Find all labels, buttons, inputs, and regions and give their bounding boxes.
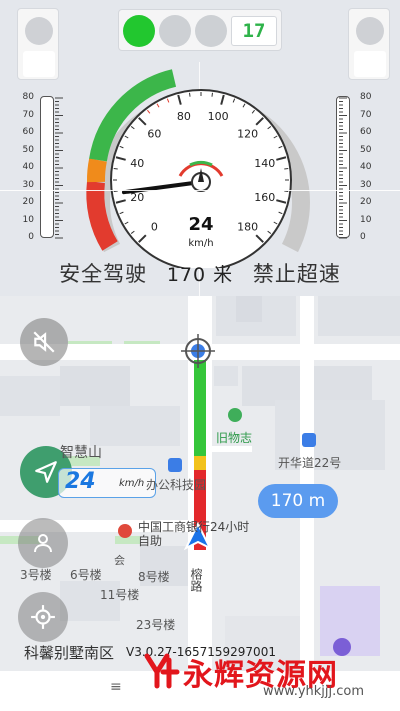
slogan-left: 安全驾驶 [59, 262, 148, 286]
slogan-right: 禁止超速 [252, 262, 341, 286]
left-scale-label: 50 [22, 144, 34, 155]
left-signal-lamp [25, 17, 53, 45]
crosshair-locate-icon [31, 605, 55, 629]
speedo-minor-tick [113, 190, 118, 192]
right-scale-label: 80 [360, 92, 372, 102]
traffic-light-panel: 17 [118, 9, 282, 51]
left-scale-label: 70 [22, 109, 34, 120]
hud-panel: 17 80 70 60 50 40 30 20 10 0 80 70 60 50 40 30 20 10 0 0… [0, 0, 400, 296]
speedo-minor-tick [284, 168, 289, 170]
speedometer: 020406080 100120140160180 24 km/h [86, 69, 310, 268]
speedo-tick-label: 120 [237, 127, 258, 140]
speed-badge: 24 km/h [58, 468, 156, 498]
right-signal-panel [354, 51, 386, 77]
left-scale-label: 60 [22, 127, 34, 137]
building-3: 3号楼 [20, 568, 52, 582]
slogan-distance: 170 米 [166, 264, 234, 286]
building-8: 8号楼 [138, 570, 170, 584]
speed-value: 24 [188, 214, 213, 235]
right-scale-label: 70 [360, 109, 372, 120]
safety-slogan: 安全驾驶 170 米 禁止超速 [0, 258, 400, 288]
building-23: 23号楼 [136, 618, 176, 632]
right-scale-label: 60 [360, 127, 372, 137]
poi-zhihuishan: 智慧山 [60, 445, 102, 461]
right-signal-lamp [356, 17, 384, 45]
user-icon [34, 534, 52, 553]
speaker-muted-icon [33, 331, 55, 353]
speedo-minor-tick [284, 190, 289, 192]
navigation-arrow-icon [35, 461, 57, 483]
distance-badge: 170 m [258, 484, 338, 518]
speedo-tick-label: 100 [208, 110, 229, 123]
brand-logo-icon [144, 653, 180, 689]
speed-badge-value: 24 [65, 469, 96, 494]
right-altitude-scale: 80 70 60 50 40 30 20 10 0 [330, 92, 390, 242]
left-signal-box [17, 8, 59, 80]
brand-watermark: 永辉资源网 www.yhkjjj.com [143, 646, 393, 706]
left-scale-label: 0 [28, 232, 34, 242]
center-guide-horizontal [0, 190, 400, 191]
road-label-hui: 会 [114, 554, 125, 567]
speedo-tick-label: 80 [177, 110, 191, 123]
left-scale-label: 40 [22, 162, 34, 172]
speedo-tick-label: 160 [254, 191, 275, 204]
speedo-tick-label: 60 [147, 127, 161, 140]
speedo-tick-label: 40 [130, 157, 144, 170]
traffic-light-yellow [159, 15, 191, 47]
speedo-tick-label: 140 [254, 157, 275, 170]
right-scale-label: 30 [360, 179, 372, 190]
building-icon [302, 433, 316, 447]
speedo-orange-zone [86, 158, 107, 183]
signal-countdown: 17 [231, 16, 277, 46]
map-view[interactable]: 24 km/h 170 m 智慧山 旧物志 开华道22号 办公科技园 中国工商银… [0, 296, 400, 671]
right-signal-box [348, 8, 390, 80]
speed-unit: km/h [188, 238, 213, 249]
speedo-minor-tick [211, 92, 213, 97]
speedo-tick-label: 180 [237, 221, 258, 234]
road-label: 榕路 [189, 568, 203, 592]
route-yellow [194, 456, 206, 472]
park-icon [228, 408, 242, 422]
route-green [194, 360, 206, 470]
left-scale-label: 20 [22, 197, 34, 207]
poi-jiuwuzhi: 旧物志 [216, 431, 253, 445]
left-signal-panel [23, 51, 55, 77]
district-label: 科馨别墅南区 [24, 644, 115, 662]
building-11: 11号楼 [100, 588, 140, 602]
bank-icon [118, 524, 132, 538]
traffic-light-green [123, 15, 155, 47]
left-altitude-scale: 80 70 60 50 40 30 20 10 0 [14, 92, 74, 242]
left-scale-label: 10 [22, 214, 34, 225]
speed-badge-unit: km/h [119, 478, 145, 489]
brand-url: www.yhkjjj.com [263, 684, 365, 699]
menu-icon[interactable]: ≡ [110, 679, 122, 695]
poi-kaihua: 开华道22号 [278, 456, 342, 470]
user-button[interactable] [18, 518, 68, 568]
traffic-light-red [195, 15, 227, 47]
poi-bank: 中国工商银行24小时自助 [138, 520, 250, 548]
locate-button[interactable] [18, 592, 68, 642]
speedo-tick-label: 0 [151, 221, 158, 234]
left-scale-label: 80 [22, 92, 34, 102]
right-scale-label: 0 [360, 232, 366, 242]
building-6: 6号楼 [70, 568, 102, 582]
left-scale-label: 30 [22, 179, 34, 190]
right-scale-label: 40 [360, 162, 372, 172]
right-scale-label: 50 [360, 144, 372, 155]
speedo-minor-tick [113, 168, 118, 170]
poi-tech-park: 办公科技园 [146, 478, 207, 492]
right-scale-label: 20 [360, 197, 372, 207]
office-icon [168, 458, 182, 472]
speedo-minor-tick [189, 92, 191, 97]
mute-button[interactable] [20, 318, 68, 366]
right-scale-label: 10 [360, 214, 372, 225]
